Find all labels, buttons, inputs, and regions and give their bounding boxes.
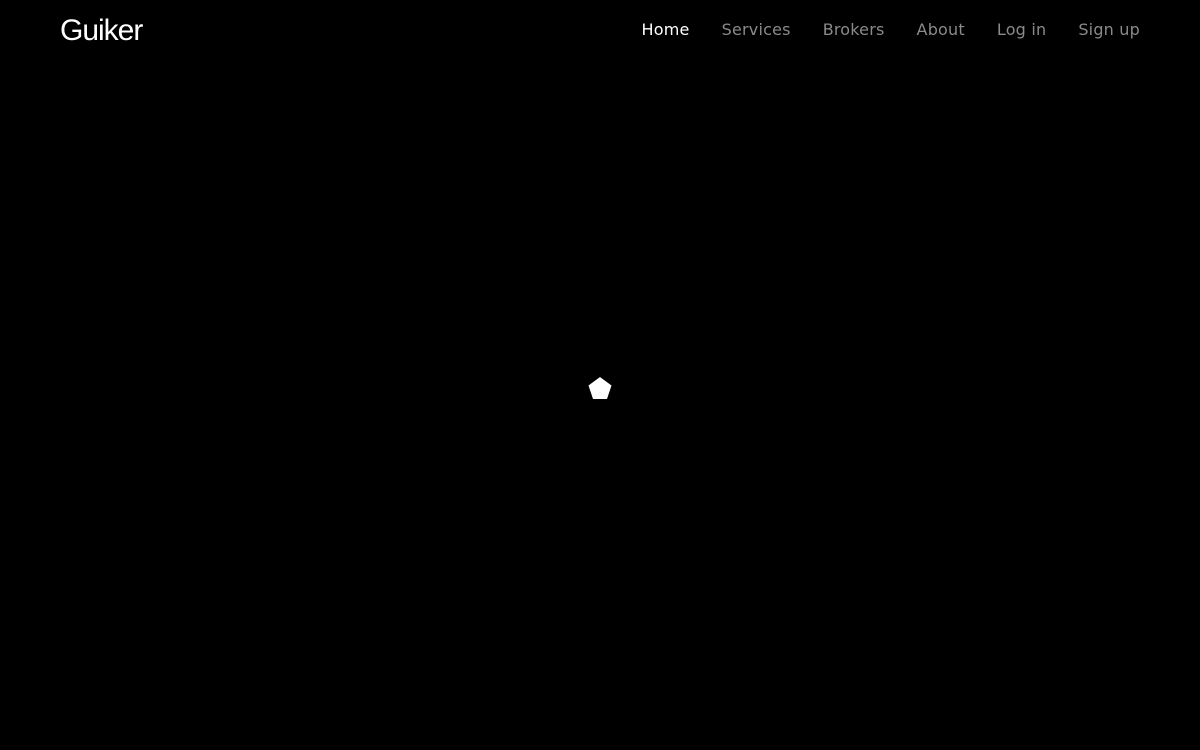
nav-item-brokers[interactable]: Brokers	[823, 19, 885, 41]
nav-item-sign-up[interactable]: Sign up	[1078, 19, 1140, 41]
site-header: Guiker Home Services Brokers About Log i…	[0, 0, 1200, 62]
pentagon-spinner-icon	[587, 376, 613, 402]
nav-item-about[interactable]: About	[917, 19, 965, 41]
brand-logo[interactable]: Guiker	[60, 13, 143, 49]
main-nav: Home Services Brokers About Log in Sign …	[642, 19, 1140, 41]
nav-item-log-in[interactable]: Log in	[997, 19, 1046, 41]
nav-item-home[interactable]: Home	[642, 19, 690, 41]
nav-item-services[interactable]: Services	[722, 19, 791, 41]
